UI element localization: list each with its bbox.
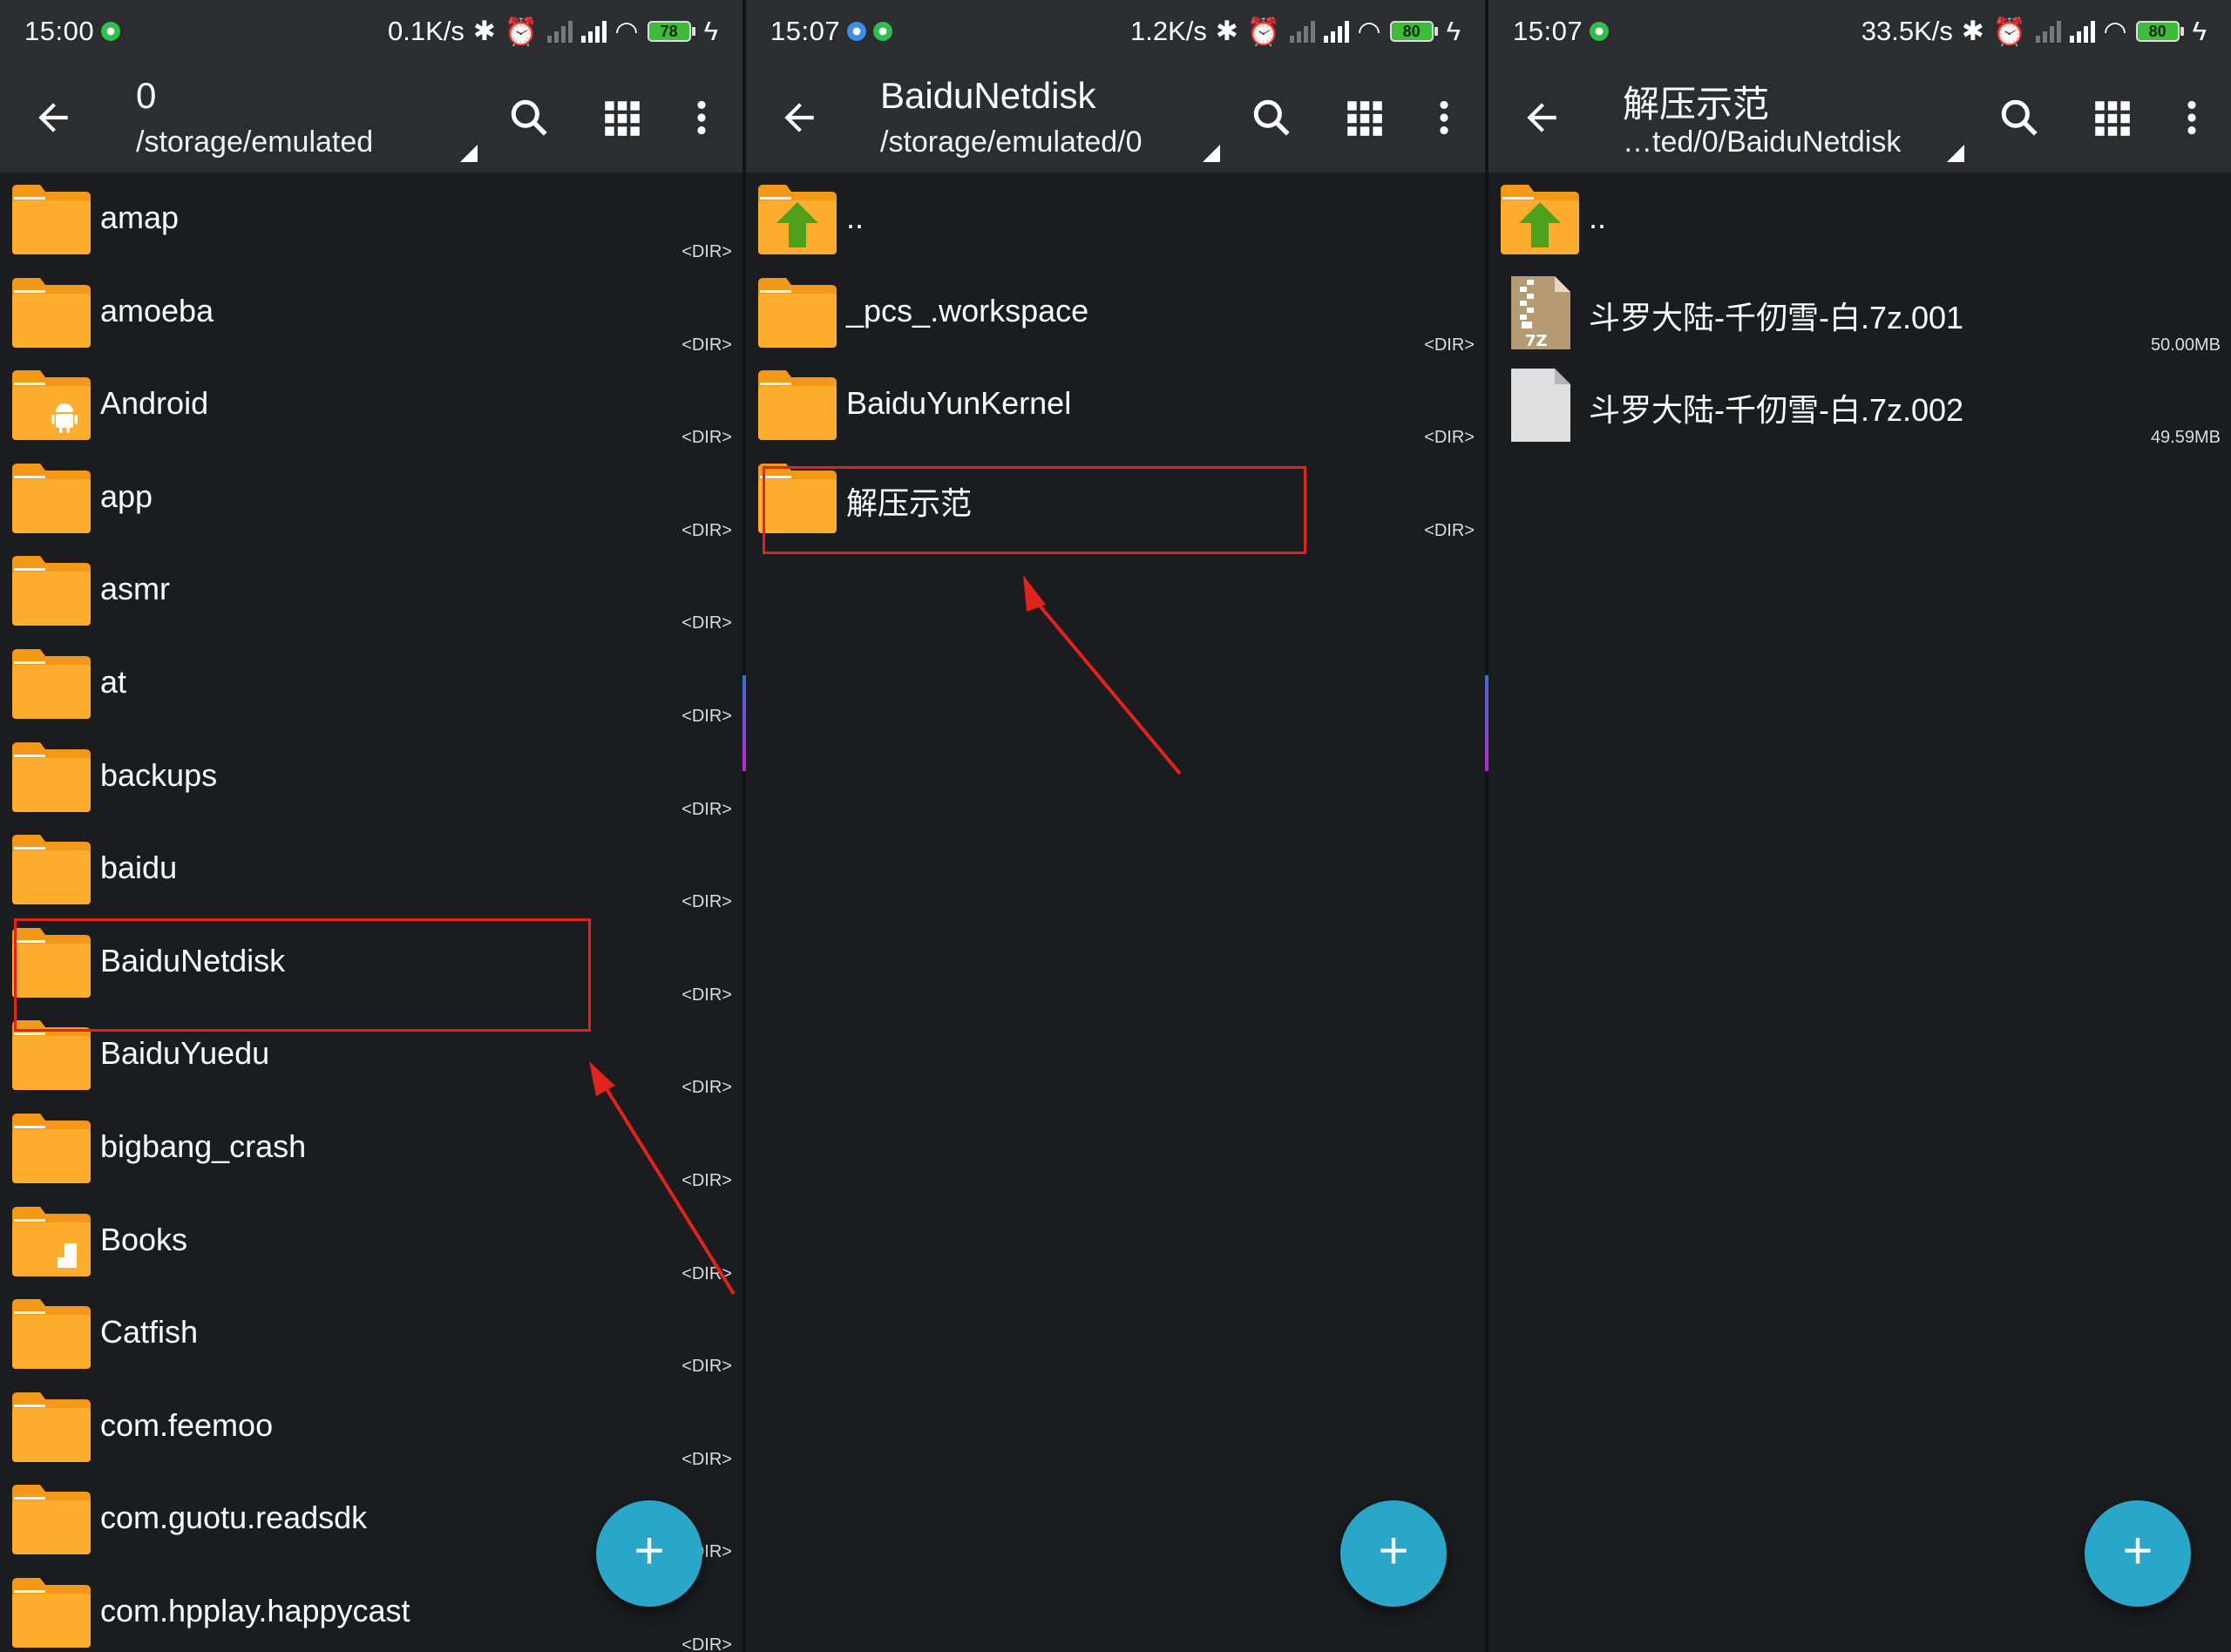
- file-icon: [1499, 369, 1581, 443]
- alarm-icon: ⏰: [1992, 16, 2027, 47]
- grid-view-icon[interactable]: [2090, 96, 2133, 139]
- file-size: 50.00MB: [2150, 335, 2221, 355]
- network-speed: 33.5K/s: [1861, 16, 1953, 46]
- signal-icon: [2035, 20, 2061, 43]
- add-fab-button[interactable]: +: [596, 1500, 702, 1607]
- file-list: .. 7Z 斗罗大陆-千仞雪-白.7z.001 50.00MB 斗罗大陆-千仞雪-白.7…: [1488, 173, 2231, 451]
- wifi-icon: ◠: [2103, 16, 2127, 46]
- panel-left: 15:00 0.1K/s ✱ ⏰ ◠ 78 ϟ 0 /storage/emula…: [0, 0, 743, 1652]
- more-options-icon[interactable]: [2170, 96, 2214, 139]
- signal-hd-icon: [2069, 20, 2095, 43]
- annotation-arrow: [1023, 575, 1182, 775]
- panel-right: 15:07 33.5K/s ✱ ⏰ ◠ 80 ϟ 解压示范 …ted/0/Bai…: [1488, 0, 2231, 1652]
- status-time: 15:07: [1513, 16, 1583, 46]
- item-name: 斗罗大陆-千仞雪-白.7z.001: [1589, 299, 1964, 335]
- file-list-item[interactable]: 斗罗大陆-千仞雪-白.7z.002 49.59MB: [1488, 358, 2231, 451]
- item-name: ..: [1589, 200, 1607, 235]
- toolbar: 解压示范 …ted/0/BaiduNetdisk: [1488, 63, 2231, 173]
- panel-middle: 15:07 1.2K/s ✱ ⏰ ◠ 80 ϟ BaiduNetdisk /st…: [746, 0, 1485, 1652]
- status-bar: 15:07 33.5K/s ✱ ⏰ ◠ 80 ϟ: [1488, 0, 2231, 63]
- folder-path[interactable]: …ted/0/BaiduNetdisk: [1623, 125, 1901, 159]
- parent-directory-row[interactable]: ..: [1488, 173, 2231, 266]
- folder-title: 解压示范: [1623, 84, 1770, 125]
- parent-folder-icon: [1499, 183, 1581, 256]
- charging-icon: ϟ: [2192, 16, 2207, 46]
- bluetooth-icon: ✱: [1961, 16, 1984, 46]
- add-fab-button[interactable]: +: [2085, 1500, 2191, 1607]
- battery-icon: 80: [2135, 21, 2184, 42]
- 7z-archive-icon: 7Z: [1499, 275, 1581, 350]
- item-name: 斗罗大陆-千仞雪-白.7z.002: [1589, 392, 1964, 429]
- search-icon[interactable]: [1997, 96, 2041, 139]
- add-fab-button[interactable]: +: [1340, 1500, 1447, 1607]
- back-arrow-icon[interactable]: [1520, 96, 1563, 139]
- file-size: 49.59MB: [2150, 428, 2221, 448]
- annotation-arrow: [589, 1061, 736, 1296]
- file-list-item[interactable]: 7Z 斗罗大陆-千仞雪-白.7z.001 50.00MB: [1488, 265, 2231, 359]
- svg-text:7Z: 7Z: [1525, 332, 1548, 349]
- notification-dot-icon: [1590, 22, 1610, 41]
- path-dropdown-icon[interactable]: [1947, 145, 1964, 162]
